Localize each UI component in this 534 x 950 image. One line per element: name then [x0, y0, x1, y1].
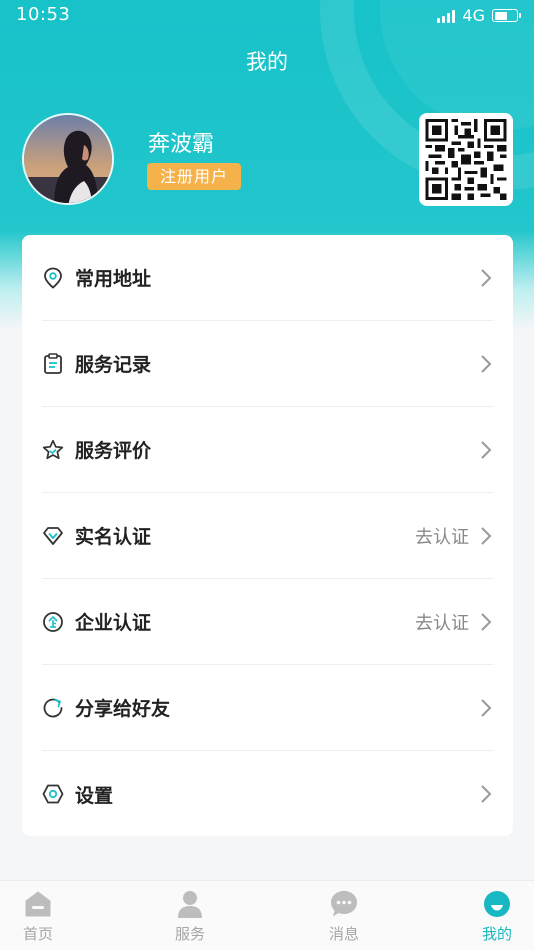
chat-icon: [329, 889, 359, 919]
menu-item-address[interactable]: 常用地址: [42, 235, 493, 321]
tab-messages[interactable]: 消息: [284, 881, 404, 950]
settings-icon: [42, 783, 64, 805]
chevron-right-icon: [479, 784, 493, 804]
menu-item-real-name-auth[interactable]: 实名认证 去认证: [42, 493, 493, 579]
menu-item-label: 企业认证: [75, 612, 152, 634]
status-bar: 10:53 4G: [0, 0, 534, 30]
battery-icon: [492, 9, 521, 22]
menu-item-enterprise-auth[interactable]: 企业认证 去认证: [42, 579, 493, 665]
menu-item-label: 常用地址: [75, 268, 152, 290]
tab-label: 服务: [174, 925, 205, 943]
star-icon: [42, 439, 64, 461]
menu-item-service-records[interactable]: 服务记录: [42, 321, 493, 407]
status-time: 10:53: [16, 4, 71, 25]
qr-code-icon: [425, 119, 507, 200]
user-name: 奔波霸: [148, 132, 215, 157]
diamond-icon: [42, 525, 64, 547]
avatar[interactable]: [22, 113, 114, 205]
menu-item-label: 服务记录: [75, 354, 152, 376]
tab-bar: 首页 服务 消息 我的: [0, 880, 534, 950]
page-title: 我的: [246, 50, 288, 74]
status-indicators: 4G: [437, 6, 521, 25]
tab-home[interactable]: 首页: [0, 881, 98, 950]
share-icon: [42, 697, 64, 719]
user-type-badge: 注册用户: [147, 163, 242, 190]
menu-item-share[interactable]: 分享给好友: [42, 665, 493, 751]
tab-services[interactable]: 服务: [130, 881, 250, 950]
profile-icon: [482, 889, 512, 919]
network-type: 4G: [462, 6, 485, 25]
menu-item-label: 分享给好友: [75, 698, 171, 720]
qr-code-button[interactable]: [419, 113, 513, 206]
location-pin-icon: [42, 267, 64, 289]
chevron-right-icon: [479, 526, 493, 546]
clipboard-icon: [42, 352, 64, 375]
tab-label: 消息: [328, 925, 359, 943]
tab-mine[interactable]: 我的: [437, 881, 534, 950]
chevron-right-icon: [479, 612, 493, 632]
chevron-right-icon: [479, 268, 493, 288]
tab-label: 我的: [481, 925, 512, 943]
menu-item-label: 设置: [75, 784, 114, 807]
signal-icon: [437, 9, 456, 23]
chevron-right-icon: [479, 354, 493, 374]
menu-item-extra: 去认证: [415, 526, 469, 548]
person-icon: [175, 889, 205, 919]
menu-item-label: 实名认证: [75, 526, 152, 548]
home-icon: [23, 889, 53, 919]
menu-item-label: 服务评价: [75, 440, 152, 462]
menu-card: 常用地址 服务记录 服务评价 实名认证 去认证 企业认证 去认证 分享给好友 设…: [22, 235, 513, 836]
enterprise-icon: [42, 611, 64, 633]
menu-item-extra: 去认证: [415, 612, 469, 634]
menu-item-service-reviews[interactable]: 服务评价: [42, 407, 493, 493]
chevron-right-icon: [479, 440, 493, 460]
tab-label: 首页: [22, 925, 53, 943]
chevron-right-icon: [479, 698, 493, 718]
menu-item-settings[interactable]: 设置: [42, 751, 493, 837]
